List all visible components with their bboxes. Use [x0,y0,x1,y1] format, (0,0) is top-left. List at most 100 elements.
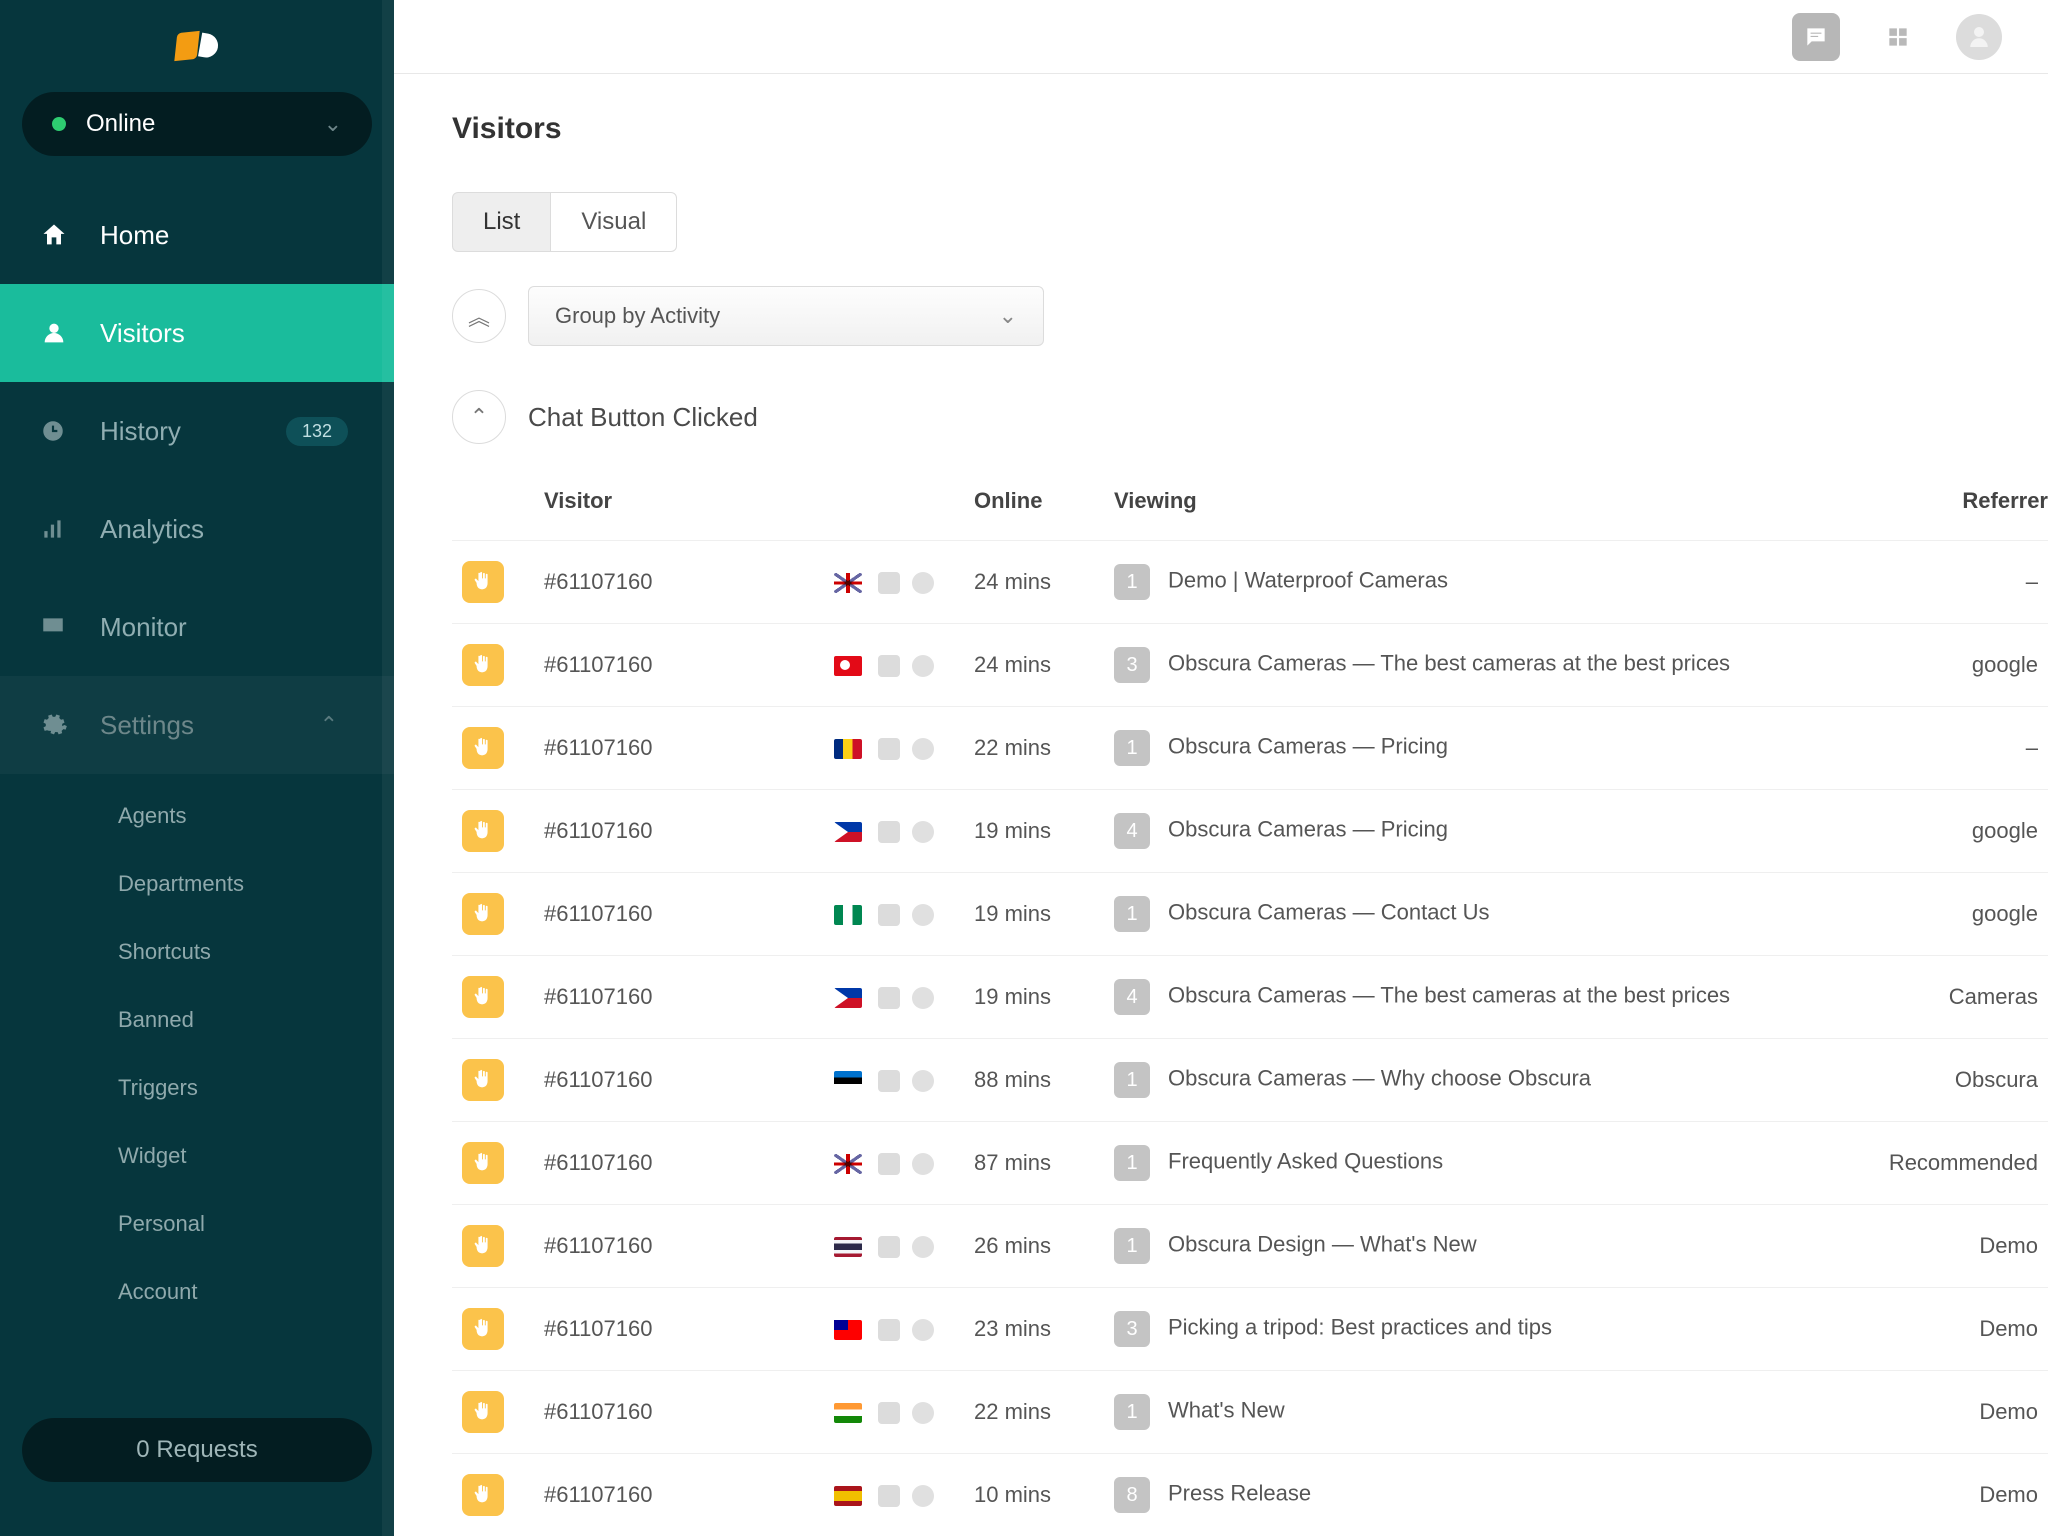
viewing-cell: 1What's New [1104,1371,1879,1454]
flag-icon [834,1403,862,1423]
subnav-item-widget[interactable]: Widget [118,1122,394,1190]
table-row[interactable]: #61107160 10 mins 8Press Release Demo [452,1454,2048,1536]
visitor-meta [824,1454,964,1536]
col-header-visitor[interactable]: Visitor [534,474,824,541]
flag-icon [834,905,862,925]
hand-icon [462,727,504,769]
referrer-cell: – [1879,707,2048,790]
visitor-meta [824,1039,964,1122]
online-duration: 26 mins [964,1205,1104,1288]
referrer-cell: google [1879,873,2048,956]
visitor-id: #61107160 [534,1371,824,1454]
hand-icon [462,1308,504,1350]
subnav-item-shortcuts[interactable]: Shortcuts [118,918,394,986]
sidebar-item-label: Monitor [100,612,187,643]
online-duration: 24 mins [964,624,1104,707]
table-row[interactable]: #61107160 19 mins 4Obscura Cameras — The… [452,956,2048,1039]
col-header-referrer[interactable]: Referrer [1879,474,2048,541]
table-row[interactable]: #61107160 26 mins 1Obscura Design — What… [452,1205,2048,1288]
sidebar-item-analytics[interactable]: Analytics [0,480,394,578]
visitor-id: #61107160 [534,707,824,790]
table-row[interactable]: #61107160 23 mins 3Picking a tripod: Bes… [452,1288,2048,1371]
referrer-cell: google [1879,790,2048,873]
flag-icon [834,988,862,1008]
subnav-item-triggers[interactable]: Triggers [118,1054,394,1122]
sidebar-item-monitor[interactable]: Monitor [0,578,394,676]
viewing-cell: 1Frequently Asked Questions [1104,1122,1879,1205]
platform-icon [878,1319,900,1341]
table-row[interactable]: #61107160 19 mins 1Obscura Cameras — Con… [452,873,2048,956]
subnav-item-personal[interactable]: Personal [118,1190,394,1258]
online-duration: 24 mins [964,541,1104,624]
requests-button[interactable]: 0 Requests [22,1418,372,1482]
subnav-item-account[interactable]: Account [118,1258,394,1326]
sidebar-item-visitors[interactable]: Visitors [0,284,394,382]
browser-icon [912,1319,934,1341]
viewing-cell: 1Obscura Design — What's New [1104,1205,1879,1288]
table-row[interactable]: #61107160 88 mins 1Obscura Cameras — Why… [452,1039,2048,1122]
browser-icon [912,1485,934,1507]
referrer-cell: Demo [1879,1205,2048,1288]
profile-avatar[interactable] [1956,14,2002,60]
apps-button[interactable] [1874,13,1922,61]
sidebar-item-history[interactable]: History 132 [0,382,394,480]
pageview-count: 4 [1114,979,1150,1015]
platform-icon [878,1070,900,1092]
referrer-cell: – [1879,541,2048,624]
tab-list[interactable]: List [452,192,551,252]
online-duration: 19 mins [964,956,1104,1039]
pageview-count: 3 [1114,1311,1150,1347]
subnav-item-banned[interactable]: Banned [118,986,394,1054]
table-row[interactable]: #61107160 22 mins 1What's New Demo [452,1371,2048,1454]
flag-icon [834,1486,862,1506]
visitor-meta [824,873,964,956]
status-dot-icon [52,117,66,131]
visitors-table: Visitor Online Viewing Referrer #6110716… [452,474,2048,1536]
subnav-item-departments[interactable]: Departments [118,850,394,918]
status-selector[interactable]: Online ⌄ [22,92,372,156]
visitor-id: #61107160 [534,790,824,873]
group-select[interactable]: Group by Activity ⌄ [528,286,1044,346]
table-row[interactable]: #61107160 19 mins 4Obscura Cameras — Pri… [452,790,2048,873]
history-badge: 132 [286,417,348,446]
view-tabs: List Visual [452,192,2048,252]
sidebar: Online ⌄ Home Visitors History [0,0,394,1536]
col-header-online[interactable]: Online [964,474,1104,541]
section-collapse-button[interactable]: ⌃ [452,390,506,444]
sidebar-item-settings[interactable]: Settings ⌃ [0,676,394,774]
sidebar-item-label: Visitors [100,318,185,349]
table-row[interactable]: #61107160 24 mins 1Demo | Waterproof Cam… [452,541,2048,624]
page-title: Visitors [452,112,2048,146]
chat-button[interactable] [1792,13,1840,61]
hand-icon [462,1059,504,1101]
pageview-count: 8 [1114,1477,1150,1513]
platform-icon [878,655,900,677]
tab-visual[interactable]: Visual [551,192,677,252]
flag-icon [834,656,862,676]
browser-icon [912,1236,934,1258]
visitor-meta [824,1371,964,1454]
table-row[interactable]: #61107160 24 mins 3Obscura Cameras — The… [452,624,2048,707]
table-row[interactable]: #61107160 87 mins 1Frequently Asked Ques… [452,1122,2048,1205]
table-row[interactable]: #61107160 22 mins 1Obscura Cameras — Pri… [452,707,2048,790]
viewing-cell: 1Obscura Cameras — Pricing [1104,707,1879,790]
browser-icon [912,655,934,677]
viewing-cell: 1Demo | Waterproof Cameras [1104,541,1879,624]
visitors-icon [40,319,100,347]
col-header-viewing[interactable]: Viewing [1104,474,1879,541]
collapse-all-button[interactable]: ︽ [452,289,506,343]
pageview-count: 1 [1114,1145,1150,1181]
pageview-count: 1 [1114,730,1150,766]
sidebar-item-home[interactable]: Home [0,186,394,284]
logo [0,0,394,92]
flag-icon [834,1320,862,1340]
hand-icon [462,1474,504,1516]
visitor-id: #61107160 [534,1454,824,1536]
subnav-item-agents[interactable]: Agents [118,782,394,850]
browser-icon [912,904,934,926]
online-duration: 22 mins [964,1371,1104,1454]
browser-icon [912,1402,934,1424]
analytics-icon [40,516,100,542]
online-duration: 19 mins [964,873,1104,956]
browser-icon [912,1070,934,1092]
